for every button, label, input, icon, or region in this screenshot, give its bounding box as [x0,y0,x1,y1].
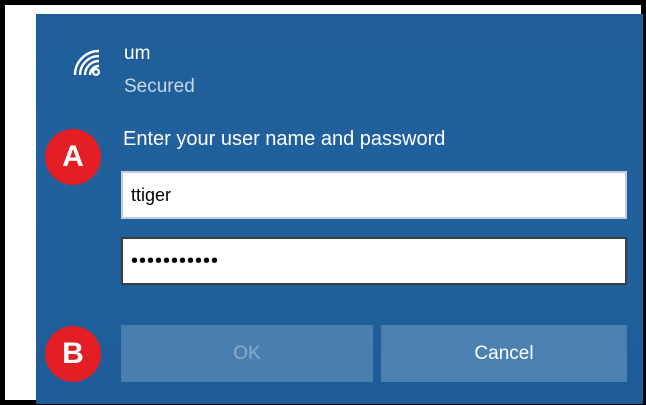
wifi-login-panel: um Secured Enter your user name and pass… [36,14,643,404]
screenshot-frame: um Secured Enter your user name and pass… [0,0,646,405]
network-name: um [124,43,151,64]
cancel-button[interactable]: Cancel [381,325,627,382]
password-input[interactable] [121,237,627,285]
username-input[interactable] [121,171,627,219]
wifi-secured-icon [73,49,100,76]
network-status: Secured [124,76,195,97]
ok-button[interactable]: OK [121,325,373,382]
annotation-marker-a: A [45,129,101,185]
annotation-marker-b: B [45,326,101,382]
credentials-prompt: Enter your user name and password [123,128,446,150]
